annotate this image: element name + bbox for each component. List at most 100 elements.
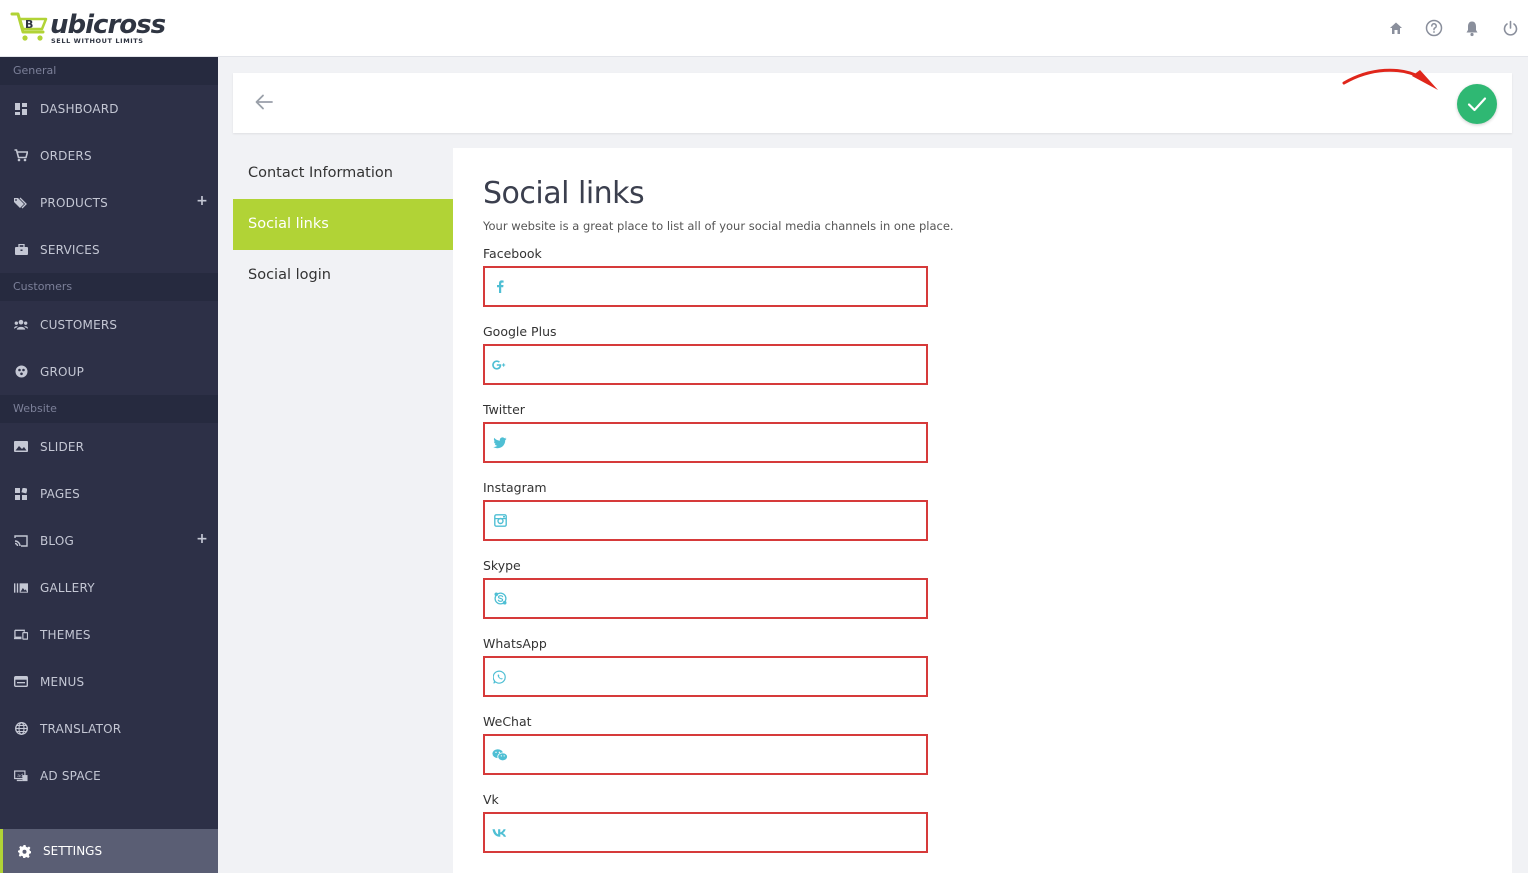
sidebar-item-label: PRODUCTS: [40, 195, 108, 210]
sidebar-item-settings[interactable]: SETTINGS: [0, 829, 218, 873]
sidebar-item-label: CUSTOMERS: [40, 317, 118, 332]
svg-text:ad: ad: [17, 772, 23, 778]
ad-icon: ad: [14, 769, 28, 783]
sidebar-item-label: SETTINGS: [43, 844, 103, 858]
field-label: Twitter: [483, 402, 525, 417]
whatsapp-field: WhatsApp: [483, 636, 928, 697]
sidebar-item-label: ORDERS: [40, 148, 92, 163]
google-plus-input[interactable]: [508, 345, 926, 384]
wechat-icon: [492, 747, 508, 763]
globe-icon: [14, 722, 28, 736]
tags-icon: [14, 196, 28, 210]
group-icon: [14, 365, 28, 379]
help-icon[interactable]: [1424, 18, 1444, 38]
sidebar-item-orders[interactable]: ORDERS: [0, 132, 218, 179]
page-title: Social links: [483, 176, 645, 211]
sidebar-item-services[interactable]: SERVICES: [0, 226, 218, 273]
expand-plus-icon[interactable]: +: [196, 193, 208, 209]
sidebar-item-ad-space[interactable]: ad AD SPACE: [0, 752, 218, 799]
skype-field: Skype: [483, 558, 928, 619]
gear-icon: [17, 844, 31, 858]
sidebar-item-translator[interactable]: TRANSLATOR: [0, 705, 218, 752]
sidebar-item-products[interactable]: PRODUCTS +: [0, 179, 218, 226]
sidebar-item-dashboard[interactable]: DASHBOARD: [0, 85, 218, 132]
skype-icon: [492, 591, 508, 607]
bell-icon[interactable]: [1462, 18, 1482, 38]
sidebar-item-label: DASHBOARD: [40, 101, 119, 116]
instagram-field: Instagram: [483, 480, 928, 541]
brand-name: ubicross: [50, 10, 166, 40]
menu-icon: [14, 675, 28, 689]
google-plus-field: Google Plus: [483, 324, 928, 385]
wechat-field: WeChat: [483, 714, 928, 775]
social-links-panel: Social links Your website is a great pla…: [453, 148, 1512, 873]
tab-social-login[interactable]: Social login: [233, 250, 453, 301]
back-button[interactable]: [253, 91, 275, 113]
skype-input[interactable]: [508, 579, 926, 618]
sidebar-item-label: GROUP: [40, 364, 85, 379]
sidebar-item-label: BLOG: [40, 533, 75, 548]
sidebar: General DASHBOARD ORDERS PRODUCTS + SERV…: [0, 57, 218, 873]
field-label: Instagram: [483, 480, 547, 495]
sidebar-item-customers[interactable]: CUSTOMERS: [0, 301, 218, 348]
vk-icon: [492, 825, 508, 841]
wechat-input[interactable]: [508, 735, 926, 774]
field-box: [483, 500, 928, 541]
twitter-field: Twitter: [483, 402, 928, 463]
top-header: B ubicross SELL WITHOUT LIMITS: [0, 0, 1528, 57]
tab-contact-information[interactable]: Contact Information: [233, 148, 453, 199]
save-button[interactable]: [1457, 84, 1497, 124]
users-icon: [14, 318, 28, 332]
sidebar-item-label: MENUS: [40, 674, 85, 689]
field-label: WhatsApp: [483, 636, 547, 651]
arrow-left-icon: [255, 94, 273, 110]
sidebar-item-label: PAGES: [40, 486, 80, 501]
expand-plus-icon[interactable]: +: [196, 531, 208, 547]
sidebar-item-label: SERVICES: [40, 242, 100, 257]
briefcase-icon: [14, 243, 28, 257]
whatsapp-input[interactable]: [508, 657, 926, 696]
facebook-input[interactable]: [508, 267, 926, 306]
image-icon: [14, 440, 28, 454]
field-label: Facebook: [483, 246, 542, 261]
field-box: [483, 734, 928, 775]
google-plus-icon: [492, 357, 508, 373]
pages-icon: [14, 487, 28, 501]
action-bar: [233, 73, 1512, 133]
facebook-field: Facebook: [483, 246, 928, 307]
sidebar-section-general: General: [0, 57, 218, 85]
field-label: Skype: [483, 558, 521, 573]
sidebar-item-slider[interactable]: SLIDER: [0, 423, 218, 470]
sidebar-item-gallery[interactable]: GALLERY: [0, 564, 218, 611]
field-box: [483, 812, 928, 853]
annotation-arrow-icon: [1342, 68, 1438, 90]
power-icon[interactable]: [1500, 18, 1520, 38]
twitter-input[interactable]: [508, 423, 926, 462]
checkmark-icon: [1467, 97, 1487, 112]
sidebar-item-group[interactable]: GROUP: [0, 348, 218, 395]
field-box: [483, 656, 928, 697]
vk-field: Vk: [483, 792, 928, 853]
sidebar-item-themes[interactable]: THEMES: [0, 611, 218, 658]
svg-text:B: B: [25, 18, 33, 31]
sidebar-section-website: Website: [0, 395, 218, 423]
home-icon[interactable]: [1386, 18, 1406, 38]
field-label: Google Plus: [483, 324, 557, 339]
sidebar-item-menus[interactable]: MENUS: [0, 658, 218, 705]
sidebar-item-blog[interactable]: BLOG +: [0, 517, 218, 564]
sidebar-item-label: SLIDER: [40, 439, 85, 454]
field-box: [483, 344, 928, 385]
instagram-input[interactable]: [508, 501, 926, 540]
facebook-icon: [492, 279, 508, 295]
twitter-icon: [492, 435, 508, 451]
vk-input[interactable]: [508, 813, 926, 852]
tab-social-links[interactable]: Social links: [233, 199, 453, 250]
page-description: Your website is a great place to list al…: [483, 219, 954, 233]
field-box: [483, 578, 928, 619]
devices-icon: [14, 628, 28, 642]
instagram-icon: [492, 513, 508, 529]
field-box: [483, 266, 928, 307]
sidebar-item-pages[interactable]: PAGES: [0, 470, 218, 517]
sidebar-item-label: GALLERY: [40, 580, 95, 595]
field-box: [483, 422, 928, 463]
